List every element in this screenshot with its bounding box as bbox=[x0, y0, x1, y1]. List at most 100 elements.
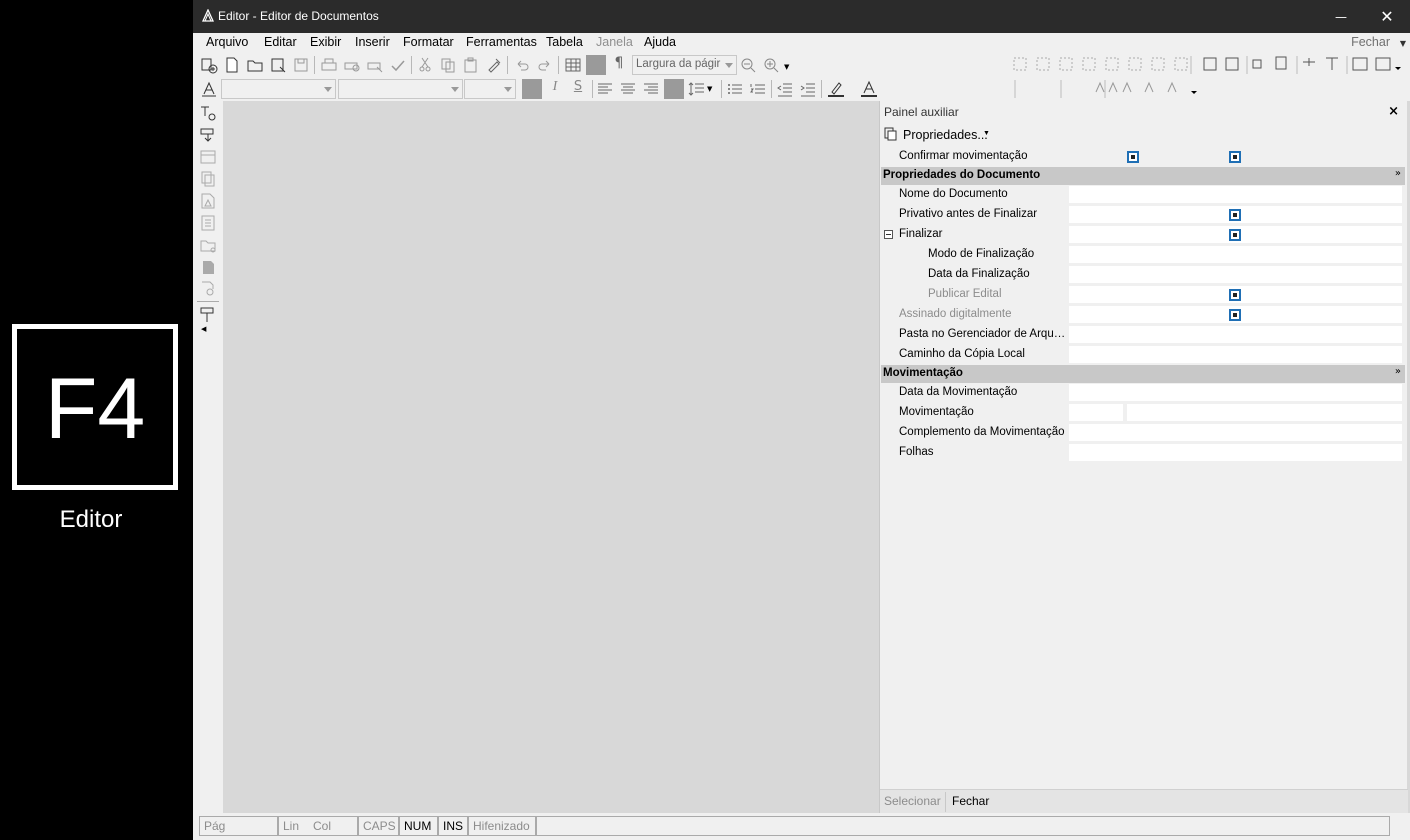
zoom-value: Largura da págir bbox=[636, 58, 721, 70]
close-panel-button[interactable]: Fechar bbox=[952, 794, 989, 808]
underline-button[interactable]: S bbox=[568, 79, 588, 99]
property-value[interactable] bbox=[1069, 346, 1402, 363]
bullets-icon[interactable] bbox=[725, 79, 745, 99]
align-left-icon[interactable] bbox=[595, 79, 615, 99]
toolbar-separator bbox=[721, 80, 722, 98]
grid-toggle-button[interactable] bbox=[586, 55, 606, 75]
style-icon[interactable] bbox=[199, 79, 219, 99]
decrease-indent-icon[interactable] bbox=[775, 79, 795, 99]
warning-document-icon[interactable] bbox=[199, 192, 217, 210]
align-right-icon[interactable] bbox=[641, 79, 661, 99]
save-icon[interactable] bbox=[291, 55, 311, 75]
collapse-icon[interactable]: » bbox=[1395, 366, 1401, 377]
checkbox[interactable] bbox=[1229, 229, 1241, 241]
list-document-icon[interactable] bbox=[199, 214, 217, 232]
document-block-icon[interactable] bbox=[199, 148, 217, 166]
collapse-toggle-icon[interactable] bbox=[884, 230, 893, 239]
property-row: Pasta no Gerenciador de Arquiv... bbox=[881, 325, 1405, 345]
property-value[interactable] bbox=[1069, 384, 1402, 401]
copy-icon[interactable] bbox=[438, 55, 458, 75]
paste-icon[interactable] bbox=[461, 55, 481, 75]
checkbox[interactable] bbox=[1229, 151, 1241, 163]
folder-search-icon[interactable] bbox=[199, 236, 217, 254]
menu-tabela[interactable]: Tabela bbox=[546, 35, 583, 49]
menu-arquivo[interactable]: Arquivo bbox=[206, 35, 248, 49]
menu-ajuda[interactable]: Ajuda bbox=[644, 35, 676, 49]
document-area[interactable] bbox=[223, 101, 879, 813]
property-row: Assinado digitalmente bbox=[881, 305, 1405, 325]
table-icon[interactable] bbox=[563, 55, 583, 75]
font-size-select[interactable] bbox=[464, 79, 516, 99]
style-select[interactable] bbox=[221, 79, 336, 99]
property-label: Confirmar movimentação bbox=[899, 150, 1028, 162]
property-row: Data da Movimentação bbox=[881, 383, 1405, 403]
text-tool-icon[interactable] bbox=[199, 104, 217, 122]
close-window-button[interactable]: ✕ bbox=[1364, 0, 1410, 33]
checkbox[interactable] bbox=[1229, 209, 1241, 221]
field-tool-icon[interactable] bbox=[199, 126, 217, 144]
section-header[interactable]: Propriedades do Documento » bbox=[881, 167, 1405, 185]
format-painter-icon[interactable] bbox=[484, 55, 504, 75]
save-as-icon[interactable] bbox=[268, 55, 288, 75]
numbering-icon[interactable] bbox=[748, 79, 768, 99]
new-document-icon[interactable] bbox=[222, 55, 242, 75]
status-bar: Pág Lin Col CAPS NUM INS Hifenizado bbox=[193, 813, 1410, 840]
menu-fechar[interactable]: Fechar bbox=[1351, 35, 1390, 49]
copy-document-icon[interactable] bbox=[199, 170, 217, 188]
panel-close-button[interactable]: × bbox=[1388, 104, 1399, 119]
zoom-out-icon[interactable] bbox=[738, 55, 758, 75]
chevron-down-icon bbox=[324, 87, 332, 92]
section-header[interactable]: Movimentação » bbox=[881, 365, 1405, 383]
property-value[interactable] bbox=[1069, 246, 1402, 263]
pilcrow-icon[interactable]: ¶ bbox=[609, 55, 629, 75]
increase-indent-icon[interactable] bbox=[798, 79, 818, 99]
italic-button[interactable]: I bbox=[545, 79, 565, 99]
open-icon[interactable] bbox=[245, 55, 265, 75]
checkbox[interactable] bbox=[1127, 151, 1139, 163]
property-value[interactable] bbox=[1069, 266, 1402, 283]
zoom-select[interactable]: Largura da págir bbox=[632, 55, 737, 75]
collapse-icon[interactable]: » bbox=[1395, 168, 1401, 179]
checkbox[interactable] bbox=[1229, 289, 1241, 301]
print-preview-icon[interactable] bbox=[342, 55, 362, 75]
menu-inserir[interactable]: Inserir bbox=[355, 35, 390, 49]
new-from-template-icon[interactable] bbox=[199, 55, 219, 75]
menu-exibir[interactable]: Exibir bbox=[310, 35, 341, 49]
print-icon[interactable] bbox=[319, 55, 339, 75]
toolbar-separator bbox=[411, 56, 412, 74]
minimize-button[interactable]: — bbox=[1318, 0, 1364, 33]
menu-formatar[interactable]: Formatar bbox=[403, 35, 454, 49]
property-value[interactable] bbox=[1069, 404, 1123, 421]
zoom-in-icon[interactable] bbox=[761, 55, 781, 75]
left-toolbar-chevron-icon[interactable]: ◀ bbox=[201, 325, 206, 333]
select-button[interactable]: Selecionar bbox=[884, 794, 941, 808]
chevron-down-icon: ▼ bbox=[983, 130, 990, 137]
paint-tool-icon[interactable] bbox=[199, 306, 217, 324]
menu-janela[interactable]: Janela bbox=[596, 35, 633, 49]
property-label: Data da Movimentação bbox=[899, 386, 1018, 398]
property-value[interactable] bbox=[1069, 326, 1402, 343]
highlight-icon[interactable] bbox=[826, 79, 846, 99]
bold-button[interactable] bbox=[522, 79, 542, 99]
search-document-icon[interactable] bbox=[199, 280, 217, 298]
cut-icon[interactable] bbox=[415, 55, 435, 75]
checkbox[interactable] bbox=[1229, 309, 1241, 321]
property-value[interactable] bbox=[1069, 444, 1402, 461]
menu-editar[interactable]: Editar bbox=[264, 35, 297, 49]
font-select[interactable] bbox=[338, 79, 463, 99]
panel-header: Painel auxiliar bbox=[880, 101, 1408, 123]
chevron-down-icon[interactable]: ▼ bbox=[1400, 39, 1406, 48]
property-value[interactable] bbox=[1127, 404, 1402, 421]
font-color-icon[interactable] bbox=[859, 79, 879, 99]
page-icon[interactable] bbox=[199, 258, 217, 276]
align-center-icon[interactable] bbox=[618, 79, 638, 99]
spellcheck-icon[interactable] bbox=[388, 55, 408, 75]
justify-button[interactable] bbox=[664, 79, 684, 99]
send-icon[interactable] bbox=[365, 55, 385, 75]
property-value[interactable] bbox=[1069, 186, 1402, 203]
property-value[interactable] bbox=[1069, 424, 1402, 441]
menu-ferramentas[interactable]: Ferramentas bbox=[466, 35, 537, 49]
line-spacing-icon[interactable] bbox=[687, 79, 707, 99]
redo-icon[interactable] bbox=[535, 55, 555, 75]
undo-icon[interactable] bbox=[512, 55, 532, 75]
